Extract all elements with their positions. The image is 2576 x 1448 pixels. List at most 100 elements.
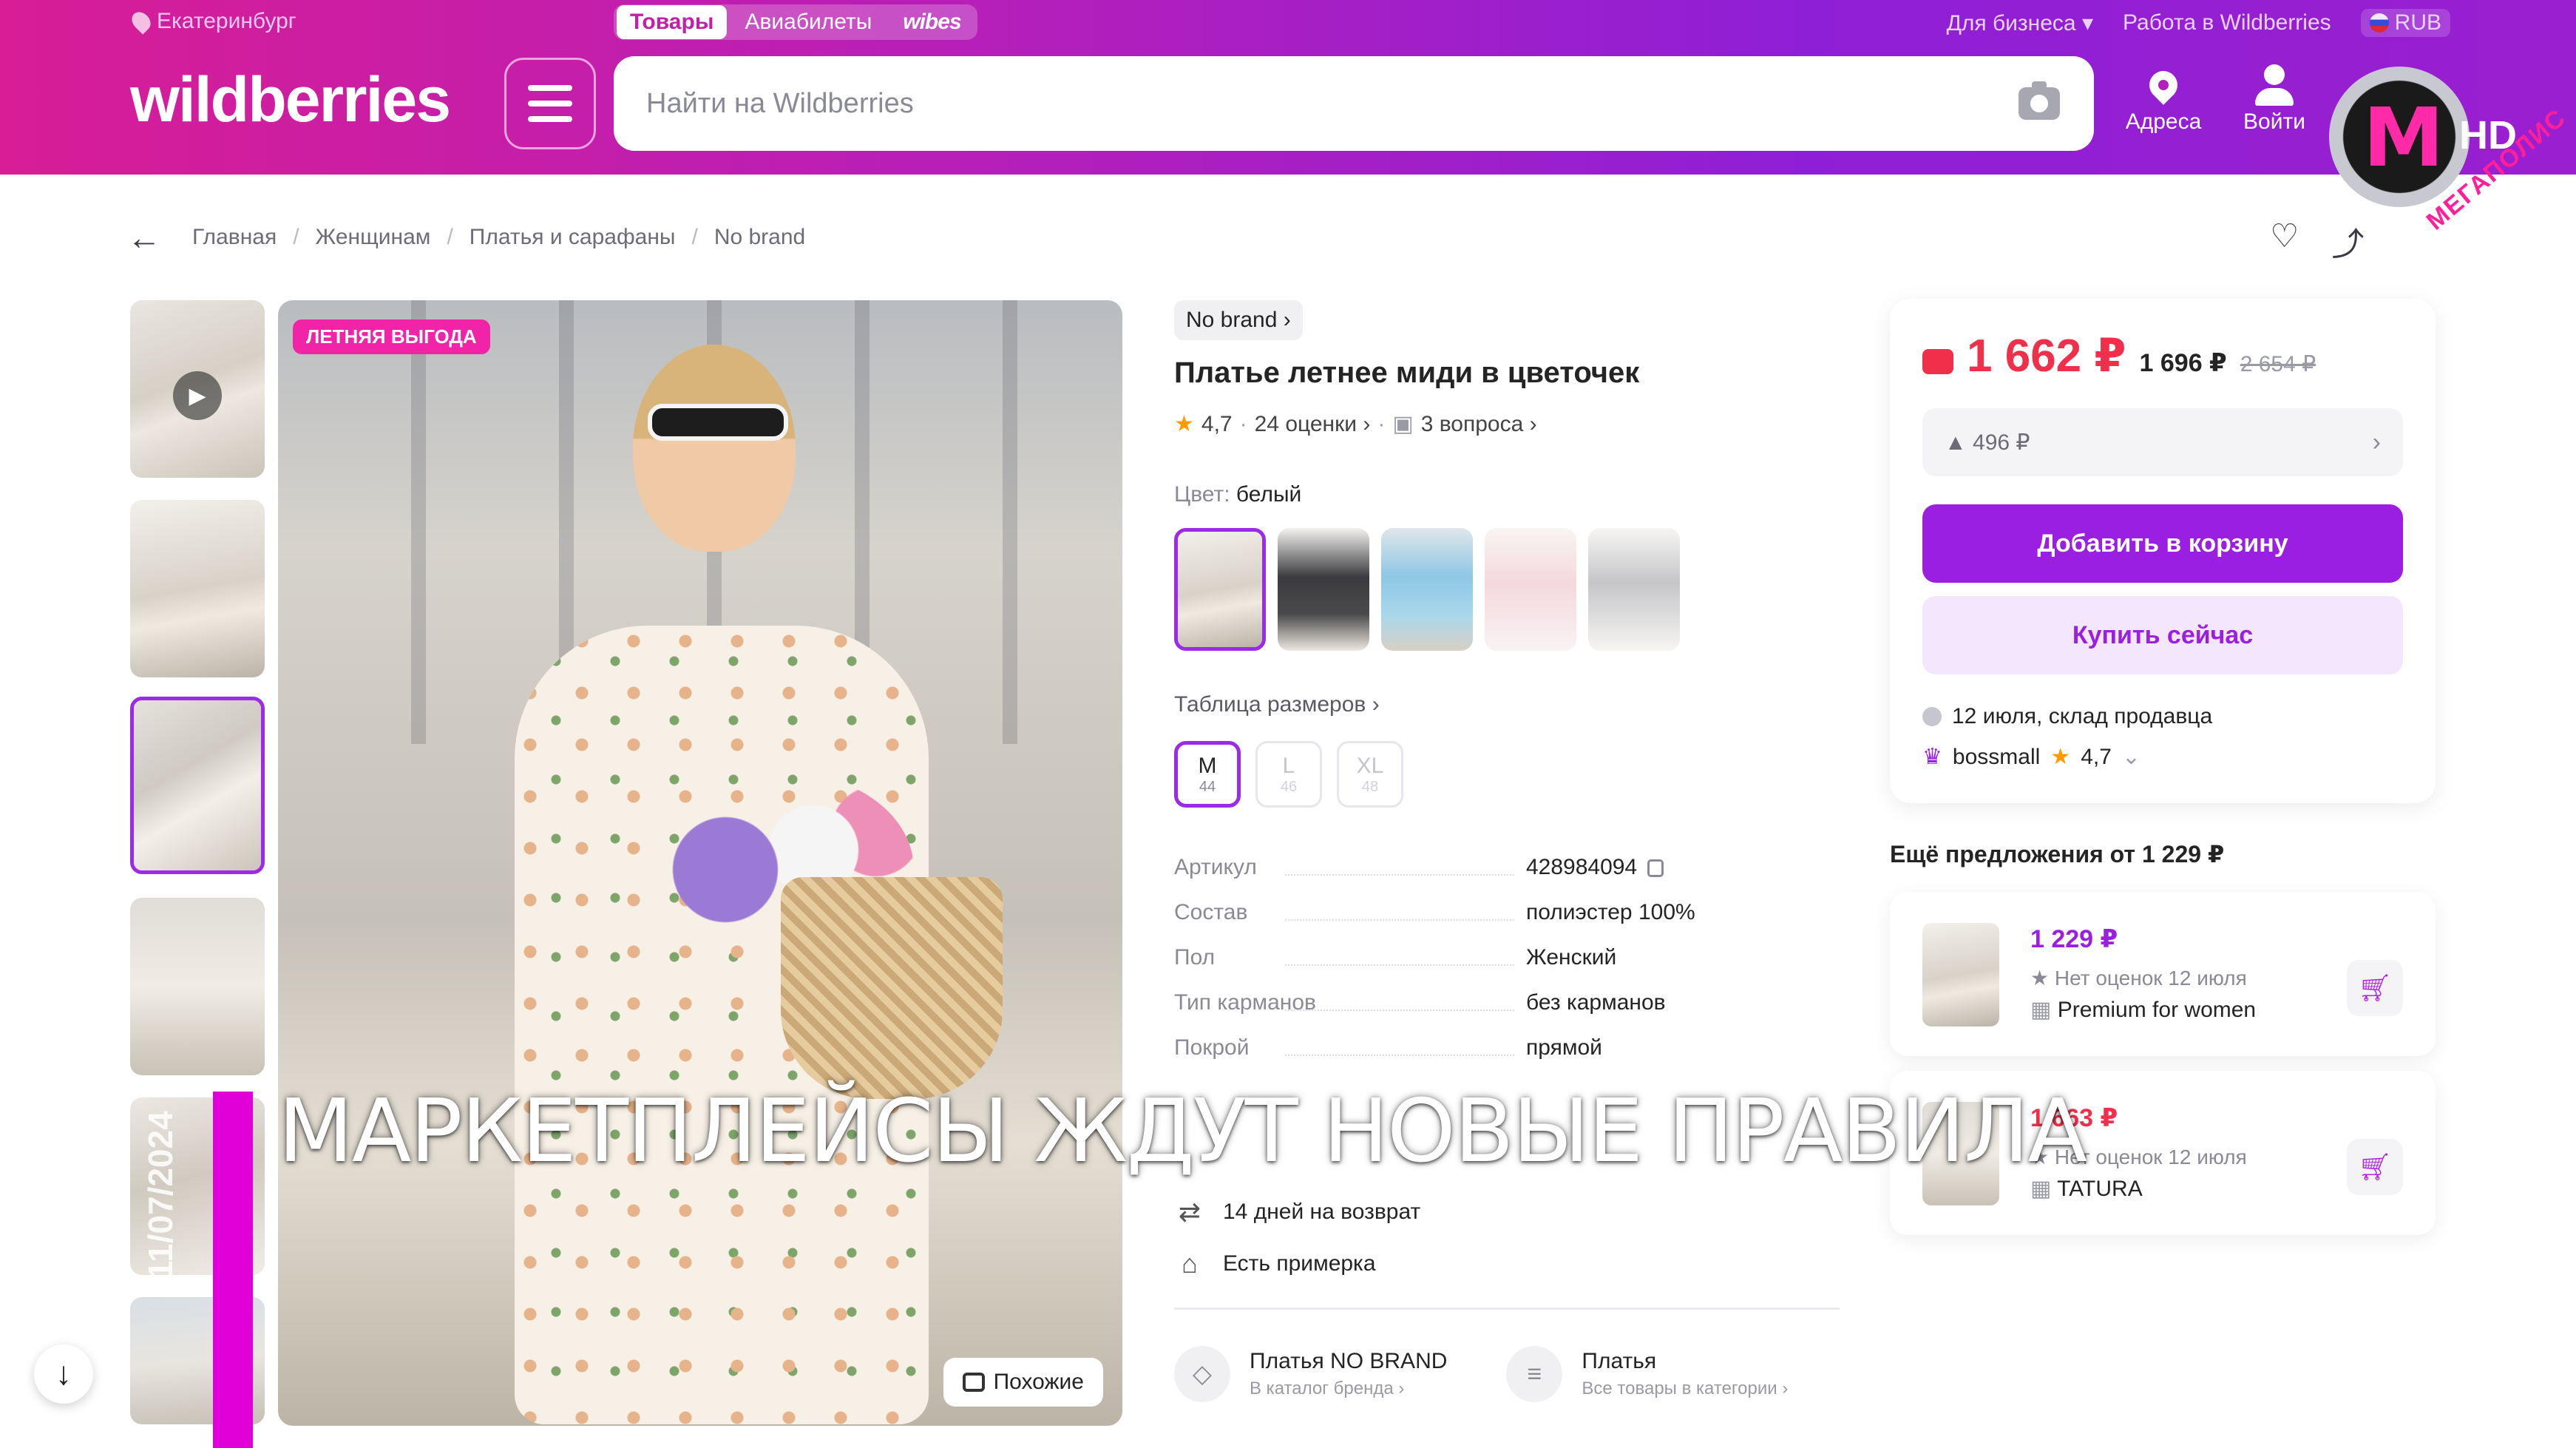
scroll-down-icon[interactable]: ↓ — [34, 1344, 93, 1404]
questions-link[interactable]: 3 вопроса › — [1421, 412, 1537, 437]
swatch-image — [1178, 532, 1262, 647]
buy-box: 1 662 ₽ 1 696 ₽ 2 654 ₽ ▲ 496 ₽ › Добави… — [1890, 299, 2436, 803]
return-arrows-icon: ⇄ — [1178, 1197, 1201, 1227]
category-sub-label: Все товары в категории — [1582, 1378, 1777, 1398]
catalog-links: ◇ Платья NO BRAND В каталог бренда › ≡ П… — [1174, 1346, 1788, 1402]
breadcrumb-item-home[interactable]: Главная — [192, 225, 277, 250]
param-leader — [1285, 919, 1514, 921]
thumbnail[interactable] — [130, 500, 265, 677]
param-row: Артикул 428984094 — [1174, 855, 1840, 900]
question-icon: ▣ — [1392, 412, 1414, 436]
login-label: Войти — [2243, 109, 2305, 134]
russia-flag-icon — [2369, 13, 2389, 33]
hanger-icon: ⌂ — [1182, 1248, 1198, 1279]
param-row: Тип карманов без карманов — [1174, 990, 1840, 1035]
delivery-icon — [1922, 707, 1942, 726]
addresses-button[interactable]: Адреса — [2119, 61, 2208, 135]
seller-info[interactable]: ♛ bossmall ★ 4,7 ⌄ — [1922, 744, 2141, 770]
main-product-photo[interactable]: ЛЕТНЯЯ ВЫГОДА Похожие — [278, 300, 1122, 1426]
size-option-m[interactable]: M 44 — [1174, 741, 1241, 808]
size-selector: M 44 L 46 XL 48 — [1174, 741, 1403, 808]
breadcrumb-item-brand[interactable]: No brand — [714, 225, 805, 250]
size-ru: 48 — [1361, 778, 1379, 795]
menu-button[interactable] — [504, 58, 596, 149]
regular-price: 1 696 ₽ — [2139, 349, 2227, 377]
copy-icon[interactable] — [1647, 859, 1664, 878]
cart-icon[interactable]: 🛒︎ — [2347, 1139, 2403, 1195]
color-label-value: белый — [1236, 482, 1302, 507]
business-link[interactable]: Для бизнеса ▾ — [1947, 10, 2093, 36]
size-option-l[interactable]: L 46 — [1255, 741, 1322, 808]
category-title: Платья — [1582, 1349, 1657, 1373]
site-header: Екатеринбург Товары Авиабилеты wibes Для… — [0, 0, 2576, 175]
category-link[interactable]: ≡ Платья Все товары в категории › — [1506, 1346, 1788, 1402]
service-tabs: Товары Авиабилеты wibes — [614, 4, 977, 40]
top-right-links: Для бизнеса ▾ Работа в Wildberries RUB — [1947, 9, 2450, 37]
currency-selector[interactable]: RUB — [2360, 9, 2450, 37]
buy-now-button[interactable]: Купить сейчас — [1922, 596, 2403, 674]
location-selector[interactable]: Екатеринбург — [128, 8, 296, 35]
param-leader — [1285, 1055, 1514, 1056]
thumbnail[interactable] — [130, 898, 265, 1075]
jobs-link[interactable]: Работа в Wildberries — [2123, 10, 2331, 35]
size-table-link[interactable]: Таблица размеров › — [1174, 692, 1380, 717]
offer-card[interactable]: 1 229 ₽ ★ Нет оценок 12 июля ▦ Premium f… — [1890, 892, 2436, 1056]
similar-button[interactable]: Похожие — [943, 1358, 1103, 1407]
param-key: Тип карманов — [1174, 990, 1316, 1015]
search-input[interactable] — [646, 56, 1977, 151]
offer-reviews: Нет оценок — [2054, 967, 2163, 989]
swatch-image — [1588, 528, 1680, 651]
user-icon — [2252, 64, 2297, 106]
store-icon: ▦ — [2030, 998, 2052, 1022]
brand-catalog-link[interactable]: ◇ Платья NO BRAND В каталог бренда › — [1174, 1346, 1447, 1402]
rating-value: 4,7 — [1201, 411, 1233, 436]
color-swatch[interactable] — [1485, 528, 1576, 651]
add-to-cart-button[interactable]: Добавить в корзину — [1922, 504, 2403, 583]
color-swatches — [1174, 528, 1680, 651]
dot-separator: · — [1377, 411, 1386, 436]
location-label: Екатеринбург — [157, 9, 296, 33]
tab-wibes[interactable]: wibes — [889, 5, 974, 39]
camera-icon[interactable] — [2019, 81, 2060, 120]
share-icon[interactable]: ⤴ — [2331, 217, 2364, 265]
broadcast-date: 11/07/2024 — [141, 1111, 180, 1279]
breadcrumb-item-women[interactable]: Женщинам — [316, 225, 431, 250]
tab-flights[interactable]: Авиабилеты — [731, 5, 885, 39]
brand-chip[interactable]: No brand › — [1174, 300, 1303, 340]
photo-sunglasses — [648, 404, 788, 441]
tag-icon: ◇ — [1174, 1346, 1230, 1402]
thumbnail-image — [130, 500, 265, 677]
back-arrow-icon[interactable]: ← — [127, 220, 161, 254]
size-option-xl[interactable]: XL 48 — [1337, 741, 1403, 808]
delivery-info: 12 июля, склад продавца — [1922, 704, 2212, 729]
crown-icon: ♛ — [1922, 745, 1942, 769]
business-label: Для бизнеса — [1946, 10, 2076, 35]
heart-icon[interactable]: ♡ — [2270, 217, 2299, 265]
cart-icon[interactable]: 🛒︎ — [2347, 960, 2403, 1016]
tab-goods[interactable]: Товары — [617, 5, 728, 39]
color-swatch-white[interactable] — [1174, 528, 1266, 651]
news-ticker-headline: МАРКЕТПЛЕЙСЫ ЖДУТ НОВЫЕ ПРАВИЛА — [278, 1080, 2087, 1182]
seller-name: bossmall — [1952, 744, 2041, 769]
param-leader — [1285, 964, 1514, 966]
login-button[interactable]: Войти — [2230, 61, 2319, 135]
breadcrumb-item-dresses[interactable]: Платья и сарафаны — [470, 225, 676, 250]
color-label: Цвет: белый — [1174, 482, 1301, 507]
photo-basket — [781, 877, 1003, 1099]
thumbnail-selected[interactable] — [130, 697, 265, 874]
product-params: Артикул 428984094 Состав полиэстер 100% … — [1174, 855, 1840, 1080]
color-swatch[interactable] — [1588, 528, 1680, 651]
layers-icon: ≡ — [1506, 1346, 1563, 1402]
offer-meta: ★ Нет оценок 12 июля — [2030, 966, 2247, 990]
reviews-link[interactable]: 24 оценки › — [1255, 412, 1371, 437]
param-value: полиэстер 100% — [1526, 900, 1695, 924]
wildberries-logo[interactable]: wildberries — [130, 64, 451, 137]
color-swatch[interactable] — [1381, 528, 1473, 651]
brand-catalog-sub-label: В каталог бренда — [1250, 1378, 1394, 1398]
delivery-label: 12 июля, склад продавца — [1952, 704, 2213, 728]
size-table-label: Таблица размеров — [1174, 692, 1366, 717]
brand-catalog-text: Платья NO BRAND В каталог бренда › — [1250, 1349, 1447, 1399]
color-swatch[interactable] — [1278, 528, 1369, 651]
saving-row[interactable]: ▲ 496 ₽ › — [1922, 408, 2403, 476]
thumbnail-video[interactable]: ▶ — [130, 300, 265, 478]
